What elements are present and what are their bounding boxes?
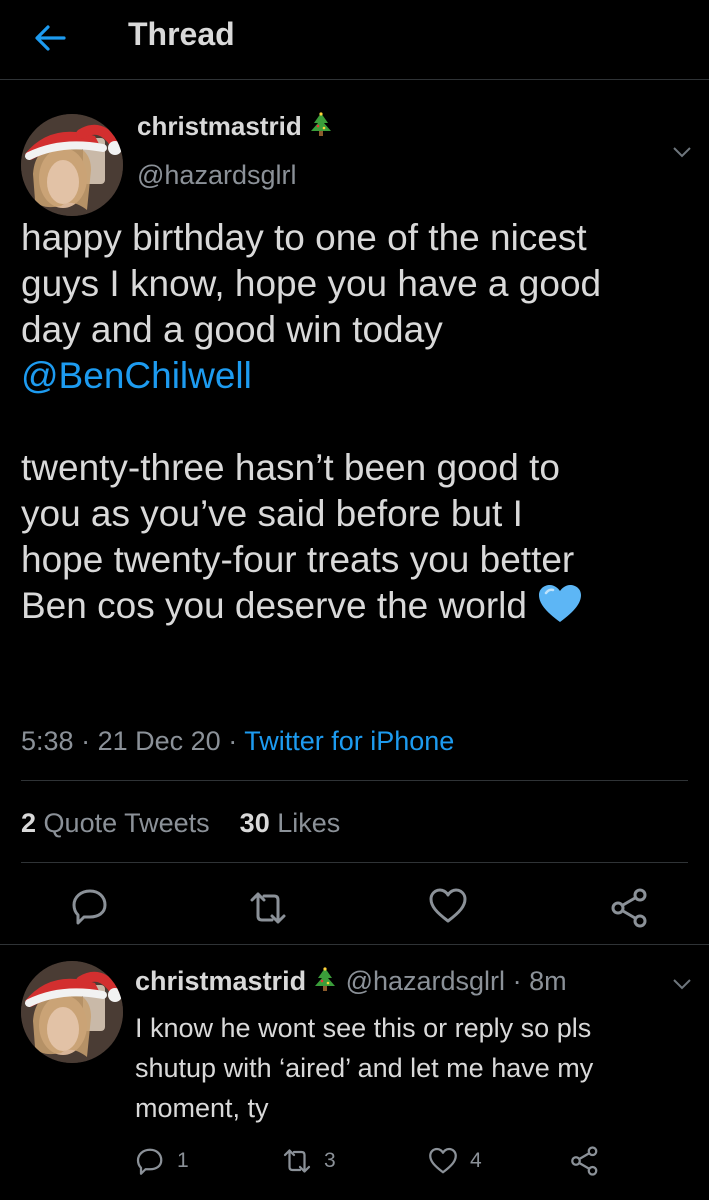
tweet-date: 21 Dec 20 (97, 726, 221, 756)
tweet-time: 5:38 (21, 726, 74, 756)
tweet-line: hope twenty-four treats you better (21, 539, 575, 580)
likes-link[interactable]: 30 Likes (240, 808, 341, 838)
tweet-line-last: Ben cos you deserve the world (21, 583, 701, 629)
reply-text: I know he wont see this or reply so pls … (135, 1013, 594, 1123)
quote-tweets-link[interactable]: 2 Quote Tweets (21, 808, 210, 838)
meta-separator: · (512, 966, 522, 996)
retweet-count: 3 (324, 1149, 336, 1172)
tweet-line: happy birthday to one of the nicest (21, 217, 587, 258)
reply-author-name[interactable]: christmastrid (135, 966, 306, 996)
reply-icon[interactable] (70, 886, 110, 926)
tweet-meta: 5:38 · 21 Dec 20 · Twitter for iPhone (21, 726, 454, 757)
thread-header: Thread (0, 0, 709, 80)
retweet-icon[interactable] (248, 888, 288, 928)
reply-count: 1 (177, 1149, 189, 1172)
avatar[interactable] (21, 114, 123, 216)
reply-age: 8m (529, 966, 567, 996)
retweet-icon (283, 1149, 311, 1173)
divider (0, 944, 709, 945)
chevron-down-icon[interactable] (670, 140, 694, 164)
tweet-line: twenty-three hasn’t been good to (21, 447, 560, 488)
blue-heart-icon (539, 585, 582, 622)
reply-icon (136, 1148, 163, 1175)
reply-retweet-button[interactable]: 3 (282, 1146, 336, 1178)
tweet-line: guys I know, hope you have a good (21, 263, 602, 304)
divider (21, 780, 688, 781)
reply-reply-button[interactable]: 1 (135, 1146, 189, 1178)
tweet-line: day and a good win today (21, 309, 443, 350)
share-icon (571, 1146, 598, 1176)
header-title: Thread (128, 16, 235, 52)
reply-like-button[interactable]: 4 (428, 1146, 482, 1178)
like-icon (429, 1147, 457, 1174)
meta-separator: · (228, 726, 238, 756)
reply-handle[interactable]: @hazardsglrl (346, 966, 505, 996)
tweet-source-link[interactable]: Twitter for iPhone (244, 726, 454, 756)
author-name[interactable]: christmastrid (137, 111, 334, 142)
tweet-line: you as you’ve said before but I (21, 493, 523, 534)
christmas-tree-icon (315, 967, 336, 991)
tweet-stats: 2 Quote Tweets 30 Likes (21, 808, 340, 839)
author-handle[interactable]: @hazardsglrl (137, 160, 296, 191)
share-icon[interactable] (610, 888, 650, 928)
arrow-left-icon[interactable] (32, 20, 68, 56)
chevron-down-icon[interactable] (670, 972, 694, 996)
like-icon[interactable] (428, 886, 468, 926)
reply-share-button[interactable] (570, 1146, 600, 1178)
reply-header: christmastrid @hazardsglrl · 8m (135, 966, 567, 997)
divider (21, 862, 688, 863)
christmas-tree-icon (310, 112, 331, 136)
avatar[interactable] (21, 961, 123, 1063)
mention-link[interactable]: @BenChilwell (21, 353, 701, 399)
meta-separator: · (81, 726, 91, 756)
like-count: 4 (470, 1149, 482, 1172)
tweet-text: happy birthday to one of the nicest guys… (21, 215, 701, 629)
